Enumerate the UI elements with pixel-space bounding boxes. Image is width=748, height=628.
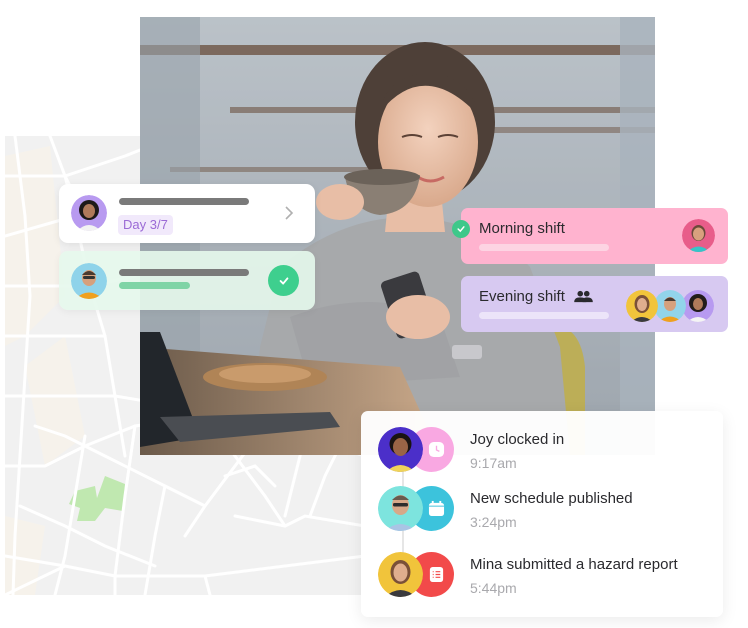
feed-item[interactable]: Joy clocked in 9:17am [361,427,723,477]
people-icon [574,290,593,303]
task-progress-bar [119,282,190,289]
shift-title: Morning shift [479,220,565,237]
feed-item-time: 5:44pm [470,580,517,596]
feed-item-title: Mina submitted a hazard report [470,556,678,573]
task-title-placeholder-bar [119,269,249,276]
feed-item-icons [378,486,458,531]
feed-item-icons [378,427,458,472]
woman-curly-hair-avatar [71,195,107,231]
feed-item-icons [378,552,458,597]
shift-placeholder-bar [479,244,609,251]
shift-title: Evening shift [479,288,593,305]
man-avatar-blue [654,290,686,322]
task-title-placeholder-bar [119,198,249,205]
feed-item[interactable]: Mina submitted a hazard report 5:44pm [361,552,723,602]
activity-feed-panel: Joy clocked in 9:17am New schedule publi… [361,411,723,617]
feed-item[interactable]: New schedule published 3:24pm [361,486,723,536]
assigned-team-avatars [626,290,718,324]
day-progress-badge: Day 3/7 [118,215,173,235]
shift-name: Morning shift [479,220,565,237]
shift-name: Evening shift [479,288,565,305]
check-icon[interactable] [268,265,299,296]
completed-task-card[interactable] [59,251,315,310]
feed-item-time: 3:24pm [470,514,517,530]
woman-avatar-purple [682,290,714,322]
chevron-right-icon[interactable] [283,204,295,222]
feed-item-title: Joy clocked in [470,431,565,448]
check-icon [452,220,470,238]
joy-avatar [378,427,423,472]
task-progress-card[interactable]: Day 3/7 [59,184,315,243]
shift-placeholder-bar [479,312,609,319]
morning-shift-card[interactable]: Morning shift [461,208,728,264]
feed-item-time: 9:17am [470,455,517,471]
mina-avatar [378,552,423,597]
manager-avatar [378,486,423,531]
woman-avatar-pink [682,219,715,252]
woman-avatar-yellow [626,290,658,322]
man-glasses-avatar [71,263,107,299]
feed-item-title: New schedule published [470,490,633,507]
evening-shift-card[interactable]: Evening shift [461,276,728,332]
